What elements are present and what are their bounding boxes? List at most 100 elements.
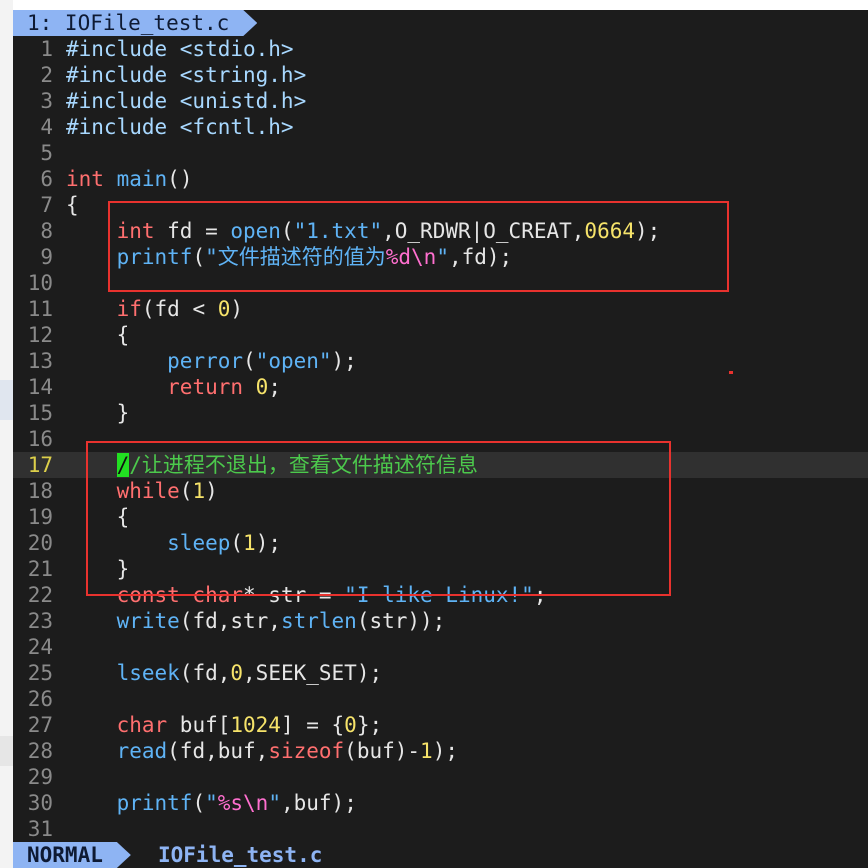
code-line[interactable]: 1 #include <stdio.h> [13, 36, 868, 62]
line-number: 4 [40, 115, 53, 139]
code-token: 1 [420, 739, 433, 763]
code-token: ( [243, 349, 256, 373]
line-number: 30 [27, 791, 53, 815]
line-number: 26 [27, 687, 53, 711]
code-token: ,SEEK_SET); [243, 661, 383, 685]
code-line[interactable]: 5 [13, 140, 868, 166]
line-text: perror("open"); [66, 348, 357, 374]
line-number: 27 [27, 713, 53, 737]
line-text: #include <string.h> [66, 62, 306, 88]
code-token: ,buf); [280, 791, 357, 815]
line-number: 25 [27, 661, 53, 685]
code-line[interactable]: 12 { [13, 322, 868, 348]
code-token: ); [331, 349, 357, 373]
line-number: 17 [27, 453, 53, 477]
code-token: ) [230, 297, 244, 321]
code-line[interactable]: 2 #include <string.h> [13, 62, 868, 88]
code-line[interactable]: 3 #include <unistd.h> [13, 88, 868, 114]
line-text: lseek(fd,0,SEEK_SET); [66, 660, 383, 686]
line-text: return 0; [66, 374, 281, 400]
code-line[interactable]: 13 perror("open"); [13, 348, 868, 374]
line-number: 16 [27, 427, 53, 451]
code-token: #include <fcntl.h> [66, 115, 294, 139]
code-token: #include <string.h> [66, 63, 307, 87]
edge-block [0, 380, 13, 420]
code-token: ] = { [280, 713, 345, 737]
line-number: 5 [40, 141, 53, 165]
code-token: return [167, 375, 244, 399]
line-number: 19 [27, 505, 53, 529]
code-token: write [116, 609, 180, 633]
mode-indicator: NORMAL [13, 842, 131, 868]
tab-iofile-test[interactable]: 1: IOFile_test.c [13, 10, 257, 36]
code-line[interactable]: 24 [13, 634, 868, 660]
code-token: { [66, 323, 130, 347]
code-token: ; [268, 375, 281, 399]
edge-block [0, 736, 13, 766]
line-text: } [66, 400, 130, 426]
line-number: 8 [40, 219, 53, 243]
annotation-box-open-printf [108, 201, 729, 292]
vim-editor[interactable]: 1: IOFile_test.c 1 #include <stdio.h> 2 #in… [13, 10, 868, 868]
code-token: strlen [280, 609, 357, 633]
code-line[interactable]: 28 read(fd,buf,sizeof(buf)-1); [13, 738, 868, 764]
code-token: () [167, 167, 193, 191]
code-area[interactable]: 1 #include <stdio.h> 2 #include <string.h> 3… [13, 36, 868, 842]
annotation-dot [729, 371, 733, 374]
line-number: 2 [40, 63, 53, 87]
code-line[interactable]: 31 [13, 816, 868, 842]
code-token: }; [356, 713, 383, 737]
line-number: 29 [27, 765, 53, 789]
line-number: 10 [27, 271, 53, 295]
code-token: #include <unistd.h> [66, 89, 307, 113]
code-token: perror [167, 349, 244, 373]
code-token: sizeof [268, 739, 345, 763]
code-token: if [116, 297, 142, 321]
line-text: if(fd < 0) [66, 296, 243, 322]
code-line[interactable]: 11 if(fd < 0) [13, 296, 868, 322]
code-token: (buf)- [344, 739, 421, 763]
code-token: printf [116, 791, 193, 815]
code-line[interactable]: 14 return 0; [13, 374, 868, 400]
code-token: 1024 [230, 713, 281, 737]
line-text: read(fd,buf,sizeof(buf)-1); [66, 738, 458, 764]
code-token: 0 [217, 297, 231, 321]
code-line[interactable]: 4 #include <fcntl.h> [13, 114, 868, 140]
code-token: } [66, 401, 130, 425]
code-line[interactable]: 6 int main() [13, 166, 868, 192]
line-number: 7 [40, 193, 53, 217]
code-token: ( [192, 791, 206, 815]
line-text: write(fd,str,strlen(str)); [66, 608, 446, 634]
code-line[interactable]: 25 lseek(fd,0,SEEK_SET); [13, 660, 868, 686]
code-line[interactable]: 23 write(fd,str,strlen(str)); [13, 608, 868, 634]
code-line[interactable]: 26 [13, 686, 868, 712]
line-text: { [66, 322, 130, 348]
line-number: 11 [27, 297, 53, 321]
line-number: 22 [27, 583, 53, 607]
code-line[interactable]: 15 } [13, 400, 868, 426]
line-text: { [66, 192, 79, 218]
code-line[interactable]: 29 [13, 764, 868, 790]
code-line[interactable]: 27 char buf[1024] = {0}; [13, 712, 868, 738]
code-token: (str)); [356, 609, 446, 633]
line-number: 31 [27, 817, 53, 841]
code-token: int [66, 167, 104, 191]
code-token: lseek [116, 661, 180, 685]
code-token: " [205, 791, 218, 815]
line-number: 14 [27, 375, 53, 399]
code-token: 0 [344, 713, 357, 737]
code-line[interactable]: 30 printf("%s\n",buf); [13, 790, 868, 816]
code-token: 0 [230, 661, 244, 685]
line-number: 3 [40, 89, 53, 113]
line-number: 15 [27, 401, 53, 425]
tabline: 1: IOFile_test.c [13, 10, 868, 36]
code-token: (fd, [179, 661, 231, 685]
code-token: "open" [255, 349, 332, 373]
